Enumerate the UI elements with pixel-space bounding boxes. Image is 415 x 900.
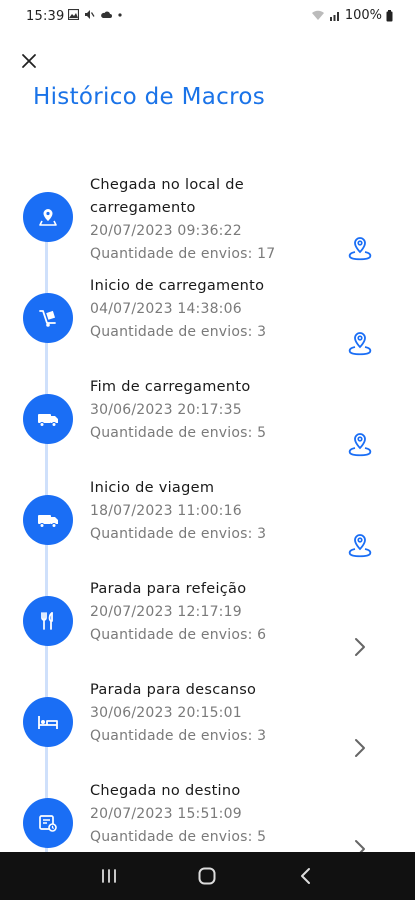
macro-date: 20/07/2023 12:17:19: [90, 604, 242, 620]
macro-circle: [23, 495, 73, 545]
macro-name: Inicio de viagem: [90, 480, 215, 496]
macro-circle: [23, 293, 73, 343]
macro-date: 04/07/2023 14:38:06: [90, 301, 242, 317]
map-location-button[interactable]: [345, 430, 375, 460]
image-icon: [68, 9, 79, 20]
macro-text: Inicio de viagem 18/07/2023 11:00:16 Qua…: [90, 477, 340, 546]
list-item[interactable]: Fim de carregamento 30/06/2023 20:17:35 …: [0, 372, 415, 472]
chevron-right-icon: [355, 739, 365, 757]
list-item[interactable]: Parada para descanso 30/06/2023 20:15:01…: [0, 675, 415, 775]
macro-name: Inicio de carregamento: [90, 278, 265, 294]
macro-count: Quantidade de envios: 3: [90, 728, 267, 744]
signal-icon: [329, 12, 339, 21]
home-button[interactable]: [187, 856, 227, 896]
macro-text: Chegada no local de carregamento 20/07/2…: [90, 174, 340, 266]
macro-name: Parada para descanso: [90, 682, 257, 698]
details-button[interactable]: [345, 733, 375, 763]
back-button[interactable]: [286, 856, 326, 896]
truck-icon: [38, 414, 58, 427]
macro-date: 18/07/2023 11:00:16: [90, 503, 242, 519]
map-location-icon: [348, 534, 372, 558]
map-location-button[interactable]: [345, 531, 375, 561]
map-location-button[interactable]: [345, 329, 375, 359]
hand-truck-icon: [39, 310, 56, 327]
macro-count: Quantidade de envios: 5: [90, 425, 267, 441]
macro-name: Chegada no local de carregamento: [90, 177, 244, 216]
recent-apps-icon: [102, 869, 117, 883]
system-navigation-bar: [0, 852, 415, 900]
system-icons: 100%: [311, 8, 393, 23]
map-location-icon: [348, 433, 372, 457]
macro-circle: [23, 697, 73, 747]
chevron-right-icon: [355, 638, 365, 656]
macro-text: Parada para refeição 20/07/2023 12:17:19…: [90, 578, 340, 647]
macro-count: Quantidade de envios: 5: [90, 829, 267, 845]
battery-icon: [386, 9, 393, 21]
dot-icon: [118, 12, 122, 17]
cloud-icon: [101, 11, 112, 18]
list-item[interactable]: Inicio de carregamento 04/07/2023 14:38:…: [0, 271, 415, 371]
macro-date: 20/07/2023 15:51:09: [90, 806, 242, 822]
macro-name: Chegada no destino: [90, 783, 241, 799]
close-icon: [22, 54, 36, 68]
macro-text: Inicio de carregamento 04/07/2023 14:38:…: [90, 275, 340, 344]
macro-text: Fim de carregamento 30/06/2023 20:17:35 …: [90, 376, 340, 445]
recent-apps-button[interactable]: [89, 856, 129, 896]
macro-circle: [23, 394, 73, 444]
macro-circle: [23, 798, 73, 848]
home-icon: [198, 867, 216, 885]
macro-count: Quantidade de envios: 17: [90, 246, 276, 262]
map-location-button[interactable]: [345, 234, 375, 264]
macro-name: Fim de carregamento: [90, 379, 251, 395]
bed-icon: [38, 716, 58, 729]
notification-icons: [68, 9, 123, 20]
status-time: 15:39: [26, 9, 65, 24]
fork-knife-icon: [41, 612, 53, 630]
macro-count: Quantidade de envios: 3: [90, 526, 267, 542]
macro-date: 30/06/2023 20:15:01: [90, 705, 242, 721]
macro-text: Chegada no destino 20/07/2023 15:51:09 Q…: [90, 780, 340, 849]
list-item[interactable]: Parada para refeição 20/07/2023 12:17:19…: [0, 574, 415, 674]
truck-icon: [38, 515, 58, 528]
map-location-icon: [348, 332, 372, 356]
page-title: Histórico de Macros: [33, 84, 265, 110]
details-button[interactable]: [345, 632, 375, 662]
list-item[interactable]: Inicio de viagem 18/07/2023 11:00:16 Qua…: [0, 473, 415, 573]
macro-circle: [23, 596, 73, 646]
macro-count: Quantidade de envios: 6: [90, 627, 267, 643]
map-location-icon: [348, 237, 372, 261]
macro-date: 20/07/2023 09:36:22: [90, 223, 242, 239]
location-pin-icon: [39, 209, 57, 226]
battery-percent: 100%: [344, 8, 382, 23]
mute-icon: [85, 10, 95, 19]
list-item[interactable]: Chegada no local de carregamento 20/07/2…: [0, 170, 415, 270]
macro-date: 30/06/2023 20:17:35: [90, 402, 242, 418]
back-icon: [300, 868, 310, 884]
wifi-icon: [311, 10, 324, 20]
close-button[interactable]: [18, 50, 40, 72]
macro-text: Parada para descanso 30/06/2023 20:15:01…: [90, 679, 340, 748]
delivery-icon: [39, 815, 57, 832]
macro-circle: [23, 192, 73, 242]
status-bar: 15:39 100%: [0, 0, 415, 32]
macro-name: Parada para refeição: [90, 581, 247, 597]
macro-count: Quantidade de envios: 3: [90, 324, 267, 340]
